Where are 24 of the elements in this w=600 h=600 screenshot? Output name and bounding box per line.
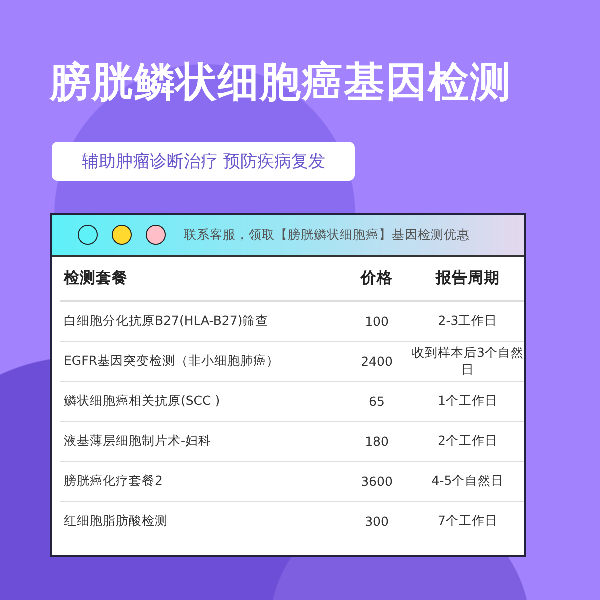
table-cell: 膀胱癌化疗套餐2 — [60, 462, 342, 502]
table-cell: 2400 — [342, 342, 412, 382]
table-cell: 3600 — [342, 462, 412, 502]
table-cell: EGFR基因突变检测（非小细胞肺癌） — [60, 342, 342, 382]
table-cell: 100 — [342, 301, 412, 342]
column-header: 检测套餐 — [60, 257, 342, 301]
column-header: 价格 — [342, 257, 412, 301]
table-cell: 1个工作日 — [412, 382, 524, 422]
table-cell: 65 — [342, 382, 412, 422]
table-cell: 白细胞分化抗原B27(HLA-B27)筛查 — [60, 301, 342, 342]
table-cell: 液基薄层细胞制片术-妇科 — [60, 422, 342, 462]
column-header: 报告周期 — [412, 257, 524, 301]
notice-text: 联系客服，领取【膀胱鳞状细胞癌】基因检测优惠 — [184, 226, 470, 244]
table-cell: 鳞状细胞癌相关抗原(SCC ) — [60, 382, 342, 422]
table-cell: 收到样本后3个自然日 — [412, 342, 524, 382]
table-cell: 2-3工作日 — [412, 301, 524, 342]
table-cell: 4-5个自然日 — [412, 462, 524, 502]
subtitle-banner: 辅助肿瘤诊断治疗 预防疾病复发 — [52, 142, 356, 181]
table-cell: 2个工作日 — [412, 422, 524, 462]
table-cell: 300 — [342, 502, 412, 541]
poster-title: 膀胱鳞状细胞癌基因检测 — [50, 57, 512, 108]
table-cell: 7个工作日 — [412, 502, 524, 541]
table-cell: 红细胞脂肪酸检测 — [60, 502, 342, 541]
table-cell: 180 — [342, 422, 412, 462]
